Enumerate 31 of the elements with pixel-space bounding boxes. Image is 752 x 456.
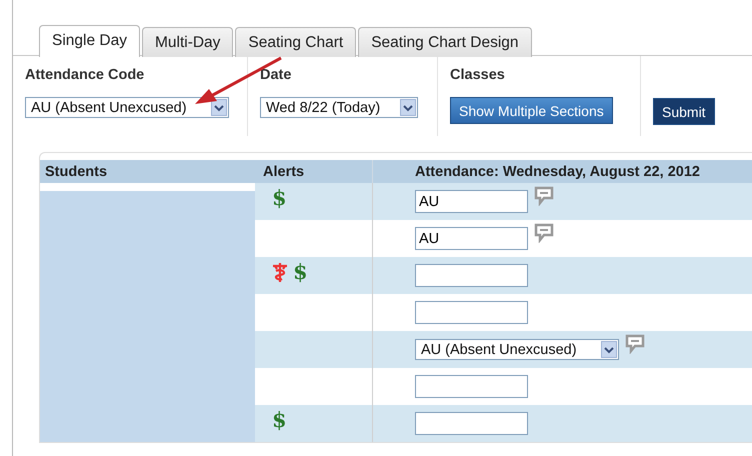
caduceus-icon	[272, 260, 288, 282]
attendance-field[interactable]: AU	[415, 190, 528, 213]
attendance-field[interactable]: AU	[415, 227, 528, 250]
dropdown-caret-icon[interactable]	[400, 99, 416, 116]
attendance-field[interactable]	[415, 412, 528, 435]
column-header: Alerts	[255, 160, 372, 183]
tab[interactable]: Seating Chart	[235, 27, 356, 57]
dropdown-caret-icon[interactable]	[601, 341, 617, 358]
tab[interactable]: Multi-Day	[142, 27, 234, 57]
attendance-dropdown[interactable]: AU (Absent Unexcused)	[415, 339, 619, 360]
tab[interactable]: Single Day	[39, 25, 140, 57]
field-label: Classes	[450, 67, 506, 83]
attendance-field[interactable]	[415, 264, 528, 287]
date-dropdown[interactable]: Wed 8/22 (Today)	[260, 97, 418, 118]
comment-icon[interactable]	[534, 186, 554, 206]
alert-icon: $	[293, 259, 308, 284]
attendance-code-dropdown[interactable]: AU (Absent Unexcused)	[25, 97, 229, 118]
attendance-field[interactable]	[415, 375, 528, 398]
tab[interactable]: Seating Chart Design	[358, 27, 532, 57]
dropdown-caret-icon[interactable]	[211, 99, 227, 116]
attendance-field[interactable]	[415, 301, 528, 324]
comment-icon[interactable]	[625, 334, 645, 354]
comment-icon[interactable]	[534, 223, 554, 243]
field-label: Attendance Code	[25, 67, 146, 83]
column-header: Attendance: Wednesday, August 22, 2012	[372, 160, 752, 183]
column-header: Students	[40, 160, 255, 183]
submit-button[interactable]: Submit	[653, 98, 715, 125]
alert-icon: $	[272, 185, 287, 210]
field-label: Date	[260, 67, 292, 83]
alert-icon: $	[272, 407, 287, 432]
show-sections-button[interactable]: Show Multiple Sections	[450, 97, 613, 124]
